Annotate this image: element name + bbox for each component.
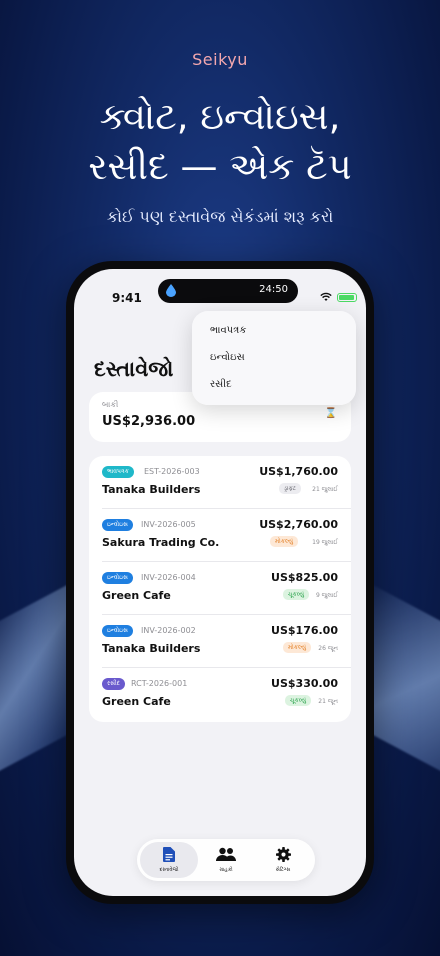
client-name: Tanaka Builders xyxy=(102,642,201,655)
hourglass-icon: ⌛ xyxy=(324,408,337,419)
tab-documents[interactable]: દસ્તાવેજો xyxy=(140,842,198,878)
status-badge: મોકલ્યું xyxy=(282,642,311,653)
status-badge: ડ્રાફ્ટ xyxy=(278,483,301,494)
document-row[interactable]: ભાવપત્રક EST-2026-003 Tanaka Builders US… xyxy=(89,456,351,509)
doc-type-badge: ઇન્વોઇસ xyxy=(102,625,133,637)
battery-icon xyxy=(337,293,357,302)
tab-label: સેટિંગ્સ xyxy=(275,867,291,873)
page-title: દસ્તાવેજો xyxy=(94,357,174,381)
status-badge: ચૂકવ્યું xyxy=(282,589,309,600)
status-badge: મોકલ્યું xyxy=(269,536,298,547)
headline: ક્વોટ, ઇન્વોઇસ, રસીદ — એક ટૅપ xyxy=(0,92,440,192)
subheadline: કોઈ પણ દસ્તાવેજ સેકંડમાં શરૂ કરો xyxy=(106,207,334,226)
doc-number: INV-2026-005 xyxy=(141,520,196,529)
document-row[interactable]: ઇન્વોઇસ INV-2026-002 Tanaka Builders US$… xyxy=(89,615,351,668)
menu-item-estimate[interactable]: ભાવપત્રક xyxy=(210,325,246,336)
phone-screen: 9:41 24:50 દસ્તાવેજો બાકી US$2,936.00 ⌛ … xyxy=(74,269,366,896)
doc-date: 26 જૂન xyxy=(318,645,338,652)
tab-label: ગ્રાહકો xyxy=(219,867,233,873)
document-row[interactable]: ઇન્વોઇસ INV-2026-004 Green Cafe US$825.0… xyxy=(89,562,351,615)
gear-icon xyxy=(275,847,291,862)
document-row[interactable]: ઇન્વોઇસ INV-2026-005 Sakura Trading Co. … xyxy=(89,509,351,562)
menu-item-receipt[interactable]: રસીદ xyxy=(210,379,232,390)
brand-name: Seikyu xyxy=(192,50,248,69)
dynamic-island: 24:50 xyxy=(158,279,298,303)
people-icon xyxy=(216,847,236,861)
doc-number: EST-2026-003 xyxy=(144,467,200,476)
phone-frame: 9:41 24:50 દસ્તાવેજો બાકી US$2,936.00 ⌛ … xyxy=(66,261,374,904)
doc-amount: US$1,760.00 xyxy=(259,465,338,478)
doc-type-badge: ભાવપત્રક xyxy=(102,466,134,478)
client-name: Green Cafe xyxy=(102,695,171,708)
wifi-icon xyxy=(320,292,332,301)
document-row[interactable]: રસીદ RCT-2026-001 Green Cafe US$330.00 ચ… xyxy=(89,668,351,721)
tab-customers[interactable]: ગ્રાહકો xyxy=(197,842,255,878)
doc-number: INV-2026-004 xyxy=(141,573,196,582)
tab-settings[interactable]: સેટિંગ્સ xyxy=(254,842,312,878)
balance-value: US$2,936.00 xyxy=(102,414,196,429)
water-drop-icon xyxy=(166,284,176,297)
doc-type-badge: ઇન્વોઇસ xyxy=(102,519,133,531)
client-name: Tanaka Builders xyxy=(102,483,201,496)
headline-line-2: રસીદ — એક ટૅપ xyxy=(88,145,352,188)
status-badge: ચૂકવ્યું xyxy=(284,695,311,706)
doc-amount: US$176.00 xyxy=(271,624,338,637)
headline-line-1: ક્વોટ, ઇન્વોઇસ, xyxy=(99,95,341,138)
doc-date: 19 જુલાઈ xyxy=(312,539,338,546)
new-document-menu: ભાવપત્રક ઇન્વોઇસ રસીદ xyxy=(192,311,356,405)
doc-amount: US$825.00 xyxy=(271,571,338,584)
doc-number: INV-2026-002 xyxy=(141,626,196,635)
doc-type-badge: ઇન્વોઇસ xyxy=(102,572,133,584)
status-time: 9:41 xyxy=(112,291,142,305)
client-name: Green Cafe xyxy=(102,589,171,602)
menu-item-invoice[interactable]: ઇન્વોઇસ xyxy=(210,352,245,363)
island-timer: 24:50 xyxy=(259,284,288,295)
document-icon xyxy=(163,847,175,862)
tab-bar: દસ્તાવેજો ગ્રાહકો સેટિંગ્સ xyxy=(137,839,315,881)
doc-type-badge: રસીદ xyxy=(102,678,126,690)
document-list: ભાવપત્રક EST-2026-003 Tanaka Builders US… xyxy=(89,456,351,722)
balance-label: બાકી xyxy=(102,400,119,409)
doc-number: RCT-2026-001 xyxy=(131,679,188,688)
doc-date: 21 જૂન xyxy=(318,698,338,705)
doc-date: 21 જુલાઈ xyxy=(312,486,338,493)
client-name: Sakura Trading Co. xyxy=(102,536,220,549)
doc-amount: US$2,760.00 xyxy=(259,518,338,531)
doc-date: 9 જુલાઈ xyxy=(315,592,338,599)
doc-amount: US$330.00 xyxy=(271,677,338,690)
tab-label: દસ્તાવેજો xyxy=(159,867,179,873)
